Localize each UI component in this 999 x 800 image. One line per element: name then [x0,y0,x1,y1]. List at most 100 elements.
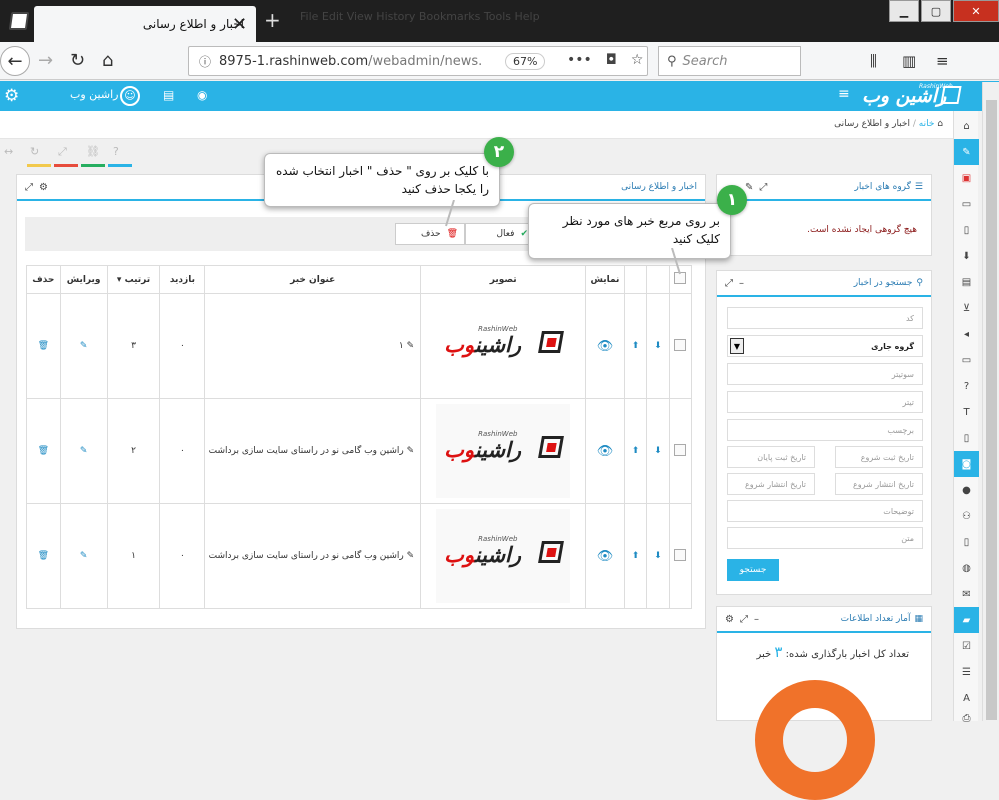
scrollbar-thumb[interactable] [986,100,997,720]
row-move-down[interactable]: ⬇ [646,293,670,399]
sidebar-mobile-icon[interactable]: ▯ [954,529,979,555]
breadcrumb-home[interactable]: خانه [919,119,935,129]
expand-icon[interactable]: ⤢ [58,145,67,159]
library-icon[interactable]: ⫼ [870,52,877,70]
home-crumb-icon[interactable]: ⌂ [937,119,943,129]
eye-icon[interactable]: 👁 [597,339,614,354]
row-move-up[interactable]: ⬆ [623,293,648,399]
arrow-down-icon[interactable]: ⬇ [654,341,662,351]
panel-collapse-icon[interactable]: – [739,278,744,289]
sidebar-home-icon[interactable]: ⌂ [954,113,979,139]
sidebar-mail-icon[interactable]: ✉ [954,581,979,607]
user-avatar-icon[interactable]: ☺ [120,86,140,106]
trash-icon[interactable]: 🗑 [38,446,49,456]
tab-close-icon[interactable]: ✕ [232,14,247,35]
row-delete[interactable]: 🗑 [26,398,61,504]
collapse-icon[interactable]: ↔ [4,145,13,158]
open-menu-icon[interactable]: ≡ [936,52,949,70]
messages-icon[interactable]: ▤ [163,88,174,102]
sidebar-folder-icon[interactable]: ▰ [954,607,979,633]
sidebar-doc-icon[interactable]: ▯ [954,425,979,451]
sidebar-pencil-icon[interactable]: ✎ [954,139,979,165]
arrow-down-icon[interactable]: ⬇ [654,446,662,456]
panel-collapse-icon[interactable]: – [754,614,759,625]
panel-expand-icon[interactable]: ⤢ [759,182,767,193]
row-delete[interactable]: 🗑 [26,503,61,609]
menu-toggle-icon[interactable]: ≡ [838,86,850,102]
description-field[interactable]: توضیحات [727,500,923,522]
arrow-up-icon[interactable]: ⬆ [632,446,640,456]
trash-icon[interactable]: 🗑 [38,341,49,351]
sidebar-list-icon[interactable]: ☰ [954,659,979,685]
refresh-icon[interactable]: ↻ [30,145,39,158]
row-display[interactable]: 👁 [585,398,625,504]
maximize-button[interactable]: ▢ [921,0,951,22]
row-display[interactable]: 👁 [585,293,625,399]
sidebar-check-icon[interactable]: ☑ [954,633,979,659]
panel-settings-icon[interactable]: ⚙ [39,182,48,193]
row-checkbox[interactable] [674,443,687,456]
sidebar-print-icon[interactable]: ⎙ [954,705,979,731]
code-field[interactable]: کد [727,307,923,329]
sidebar-video-icon[interactable]: ▣ [954,165,979,191]
sidebar-file-icon[interactable]: ▯ [954,217,979,243]
browser-tab[interactable]: اخبار و اطلاع رسانی ✕ [8,6,256,42]
url-bar[interactable]: ⓘ 8975-1.rashinweb.com/webadmin/news. 67… [188,46,648,76]
reload-button[interactable]: ↻ [70,50,85,71]
more-icon[interactable]: ••• [567,52,592,68]
minimize-button[interactable]: ▁ [889,0,919,22]
row-move-up[interactable]: ⬆ [623,503,648,609]
activate-button[interactable]: ✔ فعال [465,223,535,245]
sidebar-user-icon[interactable]: ● [954,477,979,503]
help-icon[interactable]: ? [113,145,119,158]
search-button[interactable]: جستجو [727,559,779,581]
row-title-text[interactable]: راشین وب گامی نو در راستای سایت سازی برد… [209,551,404,561]
row-move-down[interactable]: ⬇ [646,503,670,609]
sidebar-comments-icon[interactable]: ◍ [954,555,979,581]
browser-search-box[interactable]: ⚲ Search [658,46,801,76]
sidebar-toggle-icon[interactable]: ▥ [902,52,916,70]
row-title-text[interactable]: راشین وب گامی نو در راستای سایت سازی برد… [209,446,404,456]
col-order[interactable]: ترتیب ▾ [106,265,161,294]
sidebar-news-icon[interactable]: ◙ [954,451,979,477]
window-close-button[interactable]: ✕ [953,0,999,22]
trash-icon[interactable]: 🗑 [38,551,49,561]
row-delete[interactable]: 🗑 [26,293,61,399]
row-display[interactable]: 👁 [585,503,625,609]
panel-expand-icon[interactable]: ⤢ [725,278,733,289]
sidebar-users-icon[interactable]: ⚇ [954,503,979,529]
pocket-icon[interactable]: ◘ [606,52,617,68]
new-tab-button[interactable]: + [264,8,281,32]
reg-end-field[interactable]: تاریخ ثبت پایان [727,446,815,468]
row-move-up[interactable]: ⬆ [623,398,648,504]
pub-end-field[interactable]: تاریخ انتشار شروع [727,473,815,495]
row-checkbox[interactable] [674,548,687,561]
pencil-icon[interactable]: ✎ [80,446,88,456]
row-edit[interactable]: ✎ [59,503,108,609]
forward-button[interactable]: → [38,50,53,71]
sidebar-film-icon[interactable]: ▤ [954,269,979,295]
subtitle-field[interactable]: سوتیتر [727,363,923,385]
heading-field[interactable]: تیتر [727,391,923,413]
row-edit[interactable]: ✎ [59,293,108,399]
pub-start-field[interactable]: تاریخ انتشار شروع [835,473,923,495]
sidebar-image-icon[interactable]: ▭ [954,191,979,217]
reg-start-field[interactable]: تاریخ ثبت شروع [835,446,923,468]
sidebar-monitor-icon[interactable]: ▭ [954,347,979,373]
arrow-up-icon[interactable]: ⬆ [632,341,640,351]
link-icon[interactable]: ⛓ [86,145,100,158]
sidebar-question-icon[interactable]: ? [954,373,979,399]
globe-icon[interactable]: ◉ [197,88,207,102]
bookmark-star-icon[interactable]: ☆ [631,52,644,68]
panel-expand-icon[interactable]: ⤢ [740,614,748,625]
pencil-icon[interactable]: ✎ [80,341,88,351]
arrow-up-icon[interactable]: ⬆ [632,551,640,561]
tag-field[interactable]: برچسب [727,419,923,441]
arrow-down-icon[interactable]: ⬇ [654,551,662,561]
sidebar-download-icon[interactable]: ⬇ [954,243,979,269]
group-select[interactable]: گروه جاری ▼ [727,335,923,357]
sidebar-volume-icon[interactable]: ◂ [954,321,979,347]
panel-settings-icon[interactable]: ⚙ [725,614,734,625]
eye-icon[interactable]: 👁 [597,549,614,564]
pencil-icon[interactable]: ✎ [80,551,88,561]
